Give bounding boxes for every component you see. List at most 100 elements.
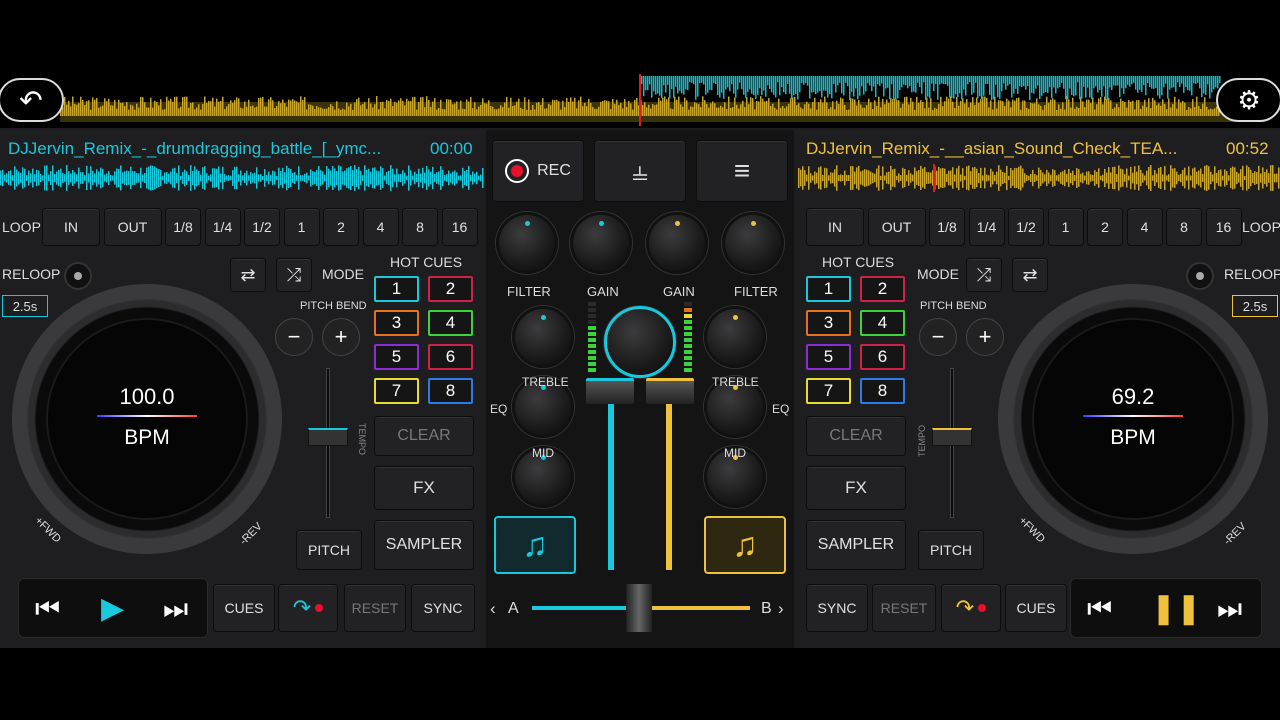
channel-fader-a[interactable] bbox=[586, 378, 634, 404]
settings-button[interactable]: ⚙ bbox=[1216, 78, 1280, 122]
deck-b-sampler-button[interactable]: SAMPLER bbox=[806, 520, 906, 570]
deck-a-bpm-value: 100.0 bbox=[119, 384, 175, 409]
deck-b-fx-button[interactable]: FX bbox=[806, 466, 906, 510]
deck-a-hot-cue-8[interactable]: 8 bbox=[428, 378, 473, 404]
deck-b-loop-4[interactable]: 1/2 bbox=[1008, 208, 1044, 246]
deck-a-hot-cue-4[interactable]: 4 bbox=[428, 310, 473, 336]
deck-b-loop-5[interactable]: 1 bbox=[1047, 208, 1084, 246]
record-button[interactable]: REC bbox=[492, 140, 584, 202]
deck-b-loop-8[interactable]: 8 bbox=[1166, 208, 1202, 246]
deck-a-hot-cue-5[interactable]: 5 bbox=[374, 344, 419, 370]
next-track-icon[interactable]: ⏭ bbox=[1217, 593, 1242, 626]
deck-b-loop-6[interactable]: 2 bbox=[1087, 208, 1123, 246]
deck-b-hot-cue-1[interactable]: 1 bbox=[806, 276, 851, 302]
deck-b-loop-1[interactable]: OUT bbox=[867, 208, 926, 246]
track-overview[interactable] bbox=[0, 72, 1280, 128]
deck-b-pitch-plus[interactable]: + bbox=[966, 318, 1004, 356]
back-button[interactable]: ↶ bbox=[0, 78, 64, 122]
deck-a-sync-button[interactable]: SYNC bbox=[411, 584, 475, 632]
crossfader-chevron-right-icon[interactable]: › bbox=[778, 599, 784, 619]
deck-b-hot-cue-7[interactable]: 7 bbox=[806, 378, 851, 404]
treble-knob-a[interactable] bbox=[512, 306, 574, 368]
deck-b-loop-7[interactable]: 4 bbox=[1126, 208, 1163, 246]
deck-a-hot-cue-7[interactable]: 7 bbox=[374, 378, 419, 404]
deck-b-clear-button[interactable]: CLEAR bbox=[806, 416, 906, 456]
deck-b-loop-length[interactable]: 2.5s bbox=[1232, 295, 1278, 317]
deck-a-repeat-button[interactable]: ⇄ bbox=[230, 258, 266, 292]
vu-segment bbox=[684, 332, 692, 336]
master-volume-knob[interactable] bbox=[604, 306, 676, 378]
deck-a-loop-4[interactable]: 1/2 bbox=[244, 208, 280, 246]
deck-a-sampler-button[interactable]: SAMPLER bbox=[374, 520, 474, 570]
deck-a-pitch-button[interactable]: PITCH bbox=[296, 530, 362, 570]
deck-a-cues-button[interactable]: CUES bbox=[213, 584, 275, 632]
deck-b-bpm-label: BPM bbox=[1110, 426, 1156, 449]
deck-b-waveform[interactable] bbox=[798, 164, 1280, 192]
deck-b-loop-3[interactable]: 1/4 bbox=[968, 208, 1005, 246]
deck-a-waveform[interactable] bbox=[0, 164, 484, 192]
deck-b-tempo-slider[interactable] bbox=[932, 428, 972, 446]
channel-fader-b[interactable] bbox=[646, 378, 694, 404]
deck-a-hot-cue-1[interactable]: 1 bbox=[374, 276, 419, 302]
deck-a-pitch-plus[interactable]: + bbox=[322, 318, 360, 356]
deck-b-loop-0[interactable]: IN bbox=[806, 208, 864, 246]
overview-waveform bbox=[60, 74, 1240, 126]
deck-b-loop-2[interactable]: 1/8 bbox=[929, 208, 965, 246]
deck-a-hot-cue-6[interactable]: 6 bbox=[428, 344, 473, 370]
play-button[interactable]: ▶ bbox=[101, 591, 124, 626]
crossfader-fill-b bbox=[652, 606, 750, 610]
crossfader-chevron-left-icon[interactable]: ‹ bbox=[490, 599, 496, 619]
deck-a-loop-1[interactable]: OUT bbox=[103, 208, 162, 246]
next-track-icon[interactable]: ⏭ bbox=[163, 593, 188, 626]
vu-segment bbox=[684, 320, 692, 324]
gain-knob-b[interactable] bbox=[646, 212, 708, 274]
deck-a-loop-length[interactable]: 2.5s bbox=[2, 295, 48, 317]
deck-a-shuffle-button[interactable]: ⤮ bbox=[276, 258, 312, 292]
deck-a-clear-button[interactable]: CLEAR bbox=[374, 416, 474, 456]
treble-knob-b[interactable] bbox=[704, 306, 766, 368]
crossfader-handle[interactable] bbox=[626, 584, 652, 632]
pause-button[interactable]: ❚❚ bbox=[1151, 591, 1201, 626]
music-library-button-b[interactable]: ♫ bbox=[704, 516, 786, 574]
music-library-button-a[interactable]: ♫ bbox=[494, 516, 576, 574]
mixer-settings-button[interactable]: ⫨ bbox=[594, 140, 686, 202]
deck-a-hot-cue-3[interactable]: 3 bbox=[374, 310, 419, 336]
deck-b-cues-button[interactable]: CUES bbox=[1005, 584, 1067, 632]
previous-track-icon[interactable]: ⏮ bbox=[35, 593, 60, 626]
deck-b-hot-cue-6[interactable]: 6 bbox=[860, 344, 905, 370]
deck-b-hot-cue-5[interactable]: 5 bbox=[806, 344, 851, 370]
gain-knob-a[interactable] bbox=[570, 212, 632, 274]
filter-knob-b[interactable] bbox=[722, 212, 784, 274]
deck-b-hot-cue-2[interactable]: 2 bbox=[860, 276, 905, 302]
deck-b-hot-cue-3[interactable]: 3 bbox=[806, 310, 851, 336]
filter-knob-a[interactable] bbox=[496, 212, 558, 274]
deck-b-shuffle-button[interactable]: ⤮ bbox=[966, 258, 1002, 292]
deck-a-loop-6[interactable]: 2 bbox=[323, 208, 359, 246]
deck-a-loop-3[interactable]: 1/4 bbox=[204, 208, 241, 246]
deck-a-loop-7[interactable]: 4 bbox=[362, 208, 399, 246]
deck-b-cue-jump-button[interactable]: ↷ bbox=[941, 584, 1001, 632]
deck-b-reset-button[interactable]: RESET bbox=[872, 584, 936, 632]
deck-a-tempo-slider[interactable] bbox=[308, 428, 348, 446]
deck-a-cue-jump-button[interactable]: ↷ bbox=[278, 584, 338, 632]
deck-a-loop-5[interactable]: 1 bbox=[283, 208, 320, 246]
previous-track-icon[interactable]: ⏮ bbox=[1087, 593, 1112, 626]
deck-a-reset-button[interactable]: RESET bbox=[344, 584, 406, 632]
deck-a-loop-2[interactable]: 1/8 bbox=[165, 208, 201, 246]
deck-b-pitch-minus[interactable]: − bbox=[919, 318, 957, 356]
menu-button[interactable]: ≡ bbox=[696, 140, 788, 202]
deck-b-reloop-button[interactable] bbox=[1186, 262, 1214, 290]
deck-a-fx-button[interactable]: FX bbox=[374, 466, 474, 510]
deck-b-sync-button[interactable]: SYNC bbox=[806, 584, 868, 632]
deck-b-pitch-button[interactable]: PITCH bbox=[918, 530, 984, 570]
deck-b-hot-cue-4[interactable]: 4 bbox=[860, 310, 905, 336]
deck-a-hot-cue-2[interactable]: 2 bbox=[428, 276, 473, 302]
deck-b-repeat-button[interactable]: ⇄ bbox=[1012, 258, 1048, 292]
deck-a-reloop-button[interactable] bbox=[64, 262, 92, 290]
deck-b-loop-9[interactable]: 16 bbox=[1205, 208, 1242, 246]
deck-a-pitch-minus[interactable]: − bbox=[275, 318, 313, 356]
deck-a-loop-0[interactable]: IN bbox=[42, 208, 100, 246]
deck-b-hot-cue-8[interactable]: 8 bbox=[860, 378, 905, 404]
deck-a-loop-9[interactable]: 16 bbox=[441, 208, 478, 246]
deck-a-loop-8[interactable]: 8 bbox=[402, 208, 438, 246]
